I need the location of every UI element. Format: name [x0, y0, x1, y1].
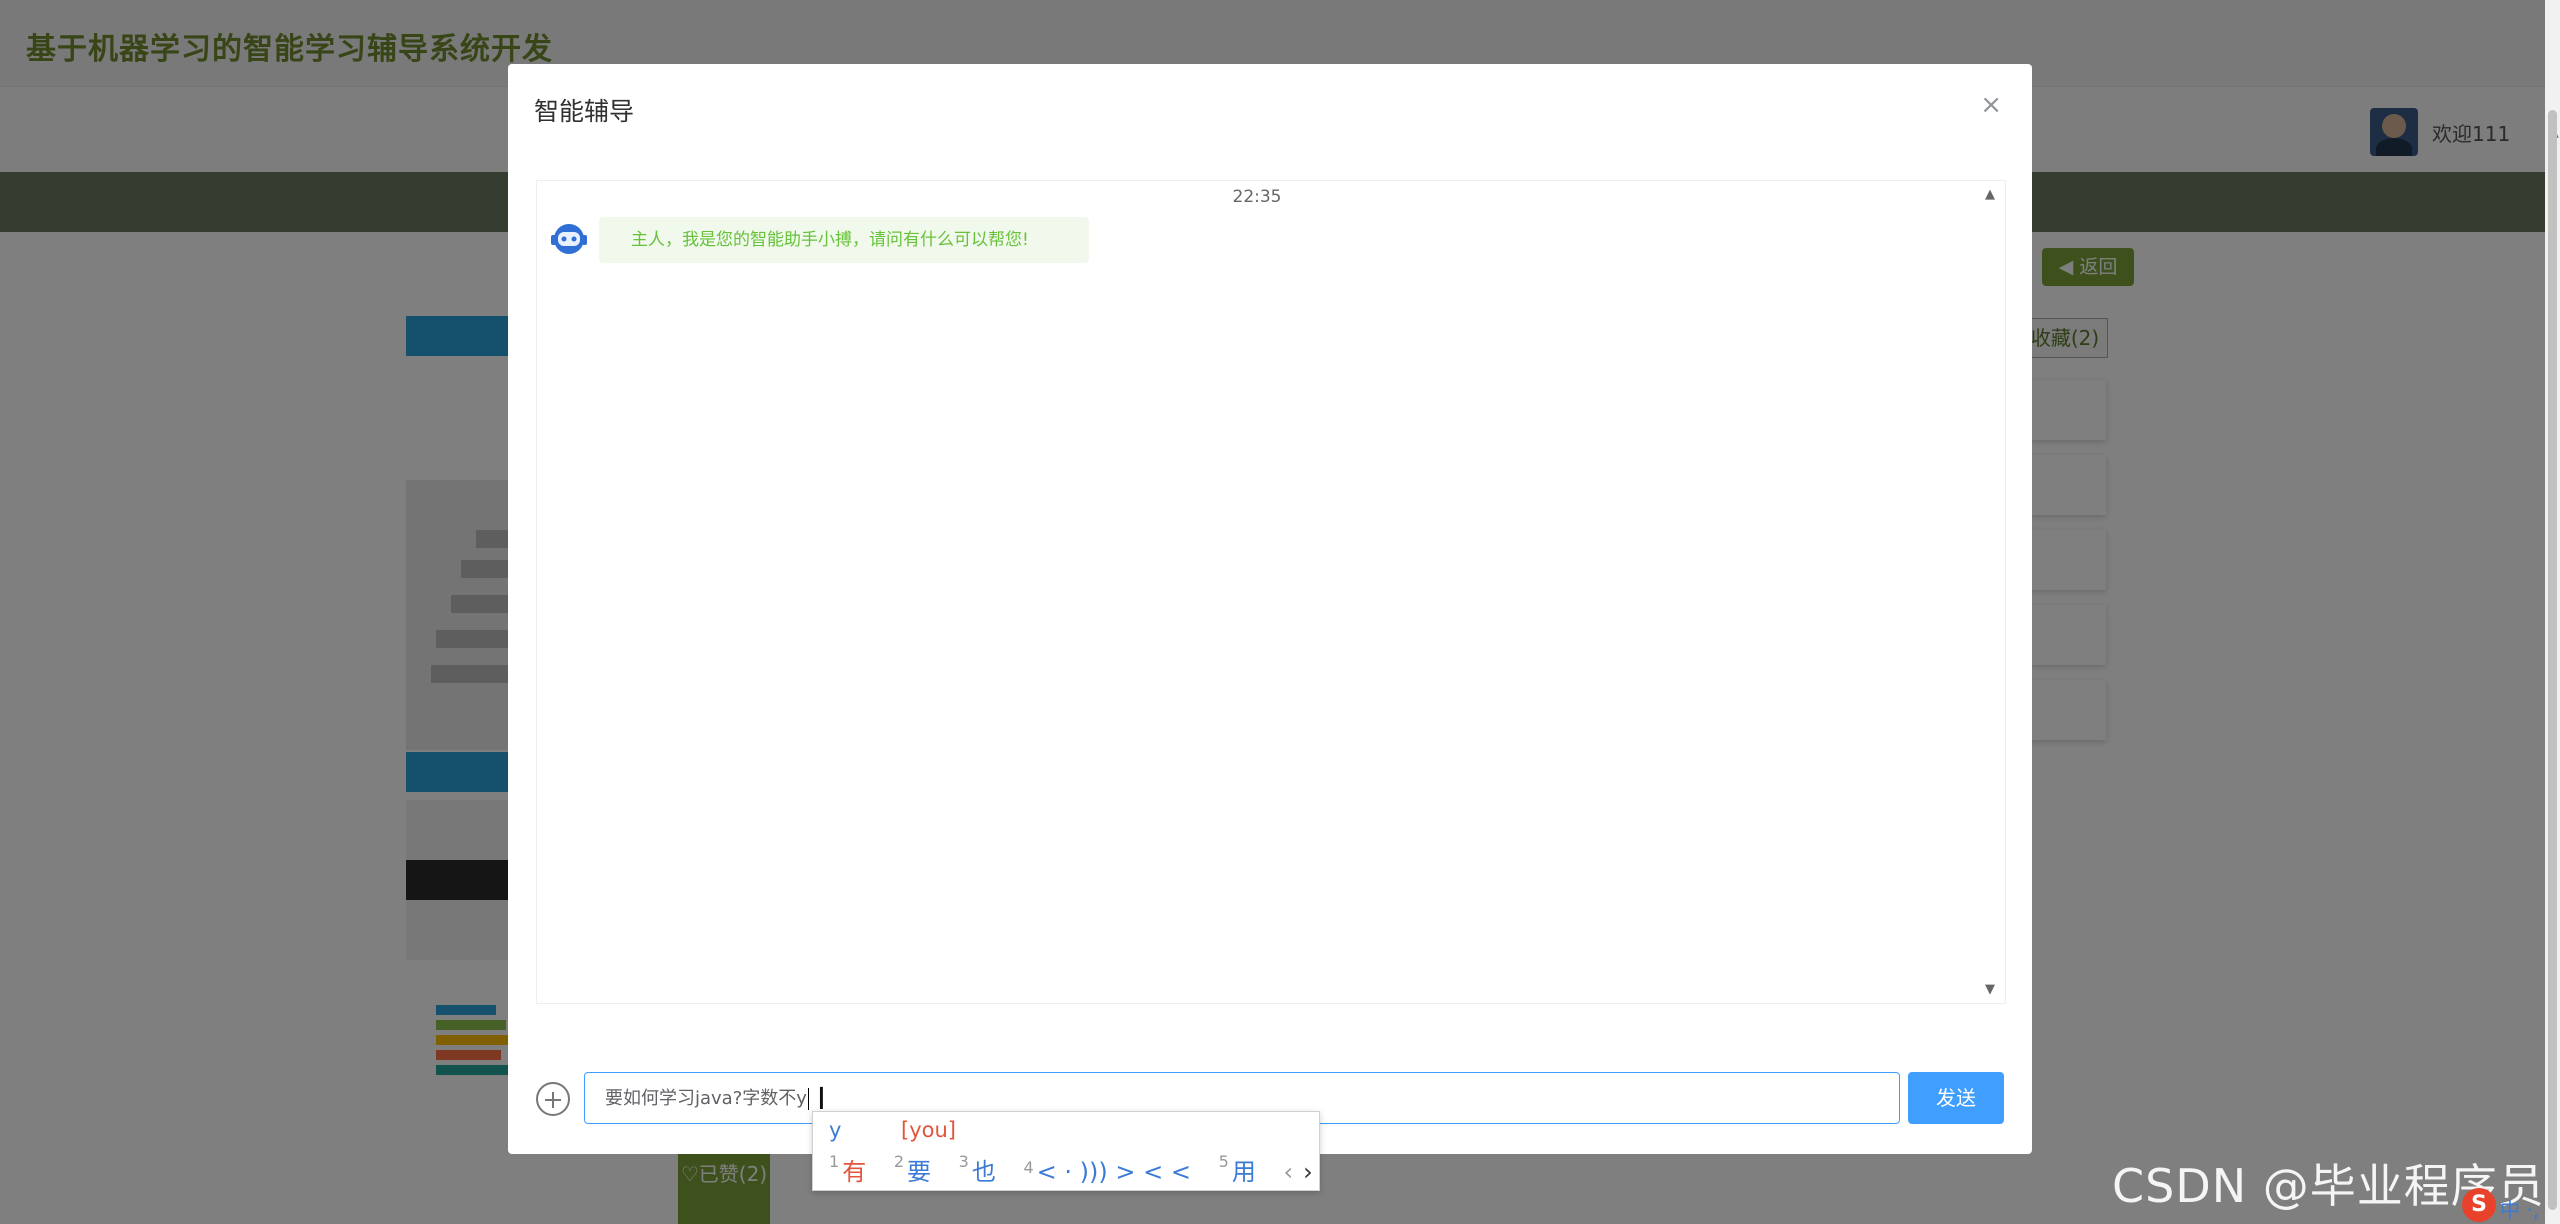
- sogou-icon[interactable]: S: [2462, 1188, 2496, 1222]
- close-icon[interactable]: ×: [1980, 90, 2002, 120]
- chat-timestamp: 22:35: [1232, 187, 1282, 207]
- ime-candidate[interactable]: 5用: [1219, 1152, 1256, 1187]
- plus-circle-icon[interactable]: [536, 1082, 570, 1116]
- dialog-title: 智能辅导: [534, 97, 635, 126]
- ime-candidate-text: 有: [842, 1158, 867, 1186]
- ime-candidate-number: 4: [1023, 1158, 1034, 1177]
- ime-status[interactable]: 中 ·,: [2500, 1194, 2539, 1223]
- ime-candidate[interactable]: 4 < · ))) > < <: [1023, 1158, 1191, 1186]
- chevron-up-icon[interactable]: ▲: [1985, 187, 1995, 202]
- chat-dialog: 智能辅导 × 22:35 ▲ 主人，我是您的智能助手小搏，请问有什么可以帮您! …: [508, 64, 2032, 1154]
- ime-candidate-number: 3: [958, 1152, 969, 1171]
- ime-candidate-text: 也: [971, 1158, 996, 1186]
- ime-candidate-number: 5: [1218, 1152, 1229, 1171]
- ime-candidate-number: 2: [893, 1152, 905, 1171]
- ime-pinyin: y: [829, 1118, 842, 1142]
- send-button[interactable]: 发送: [1908, 1072, 2004, 1124]
- ime-english-suggestion[interactable]: [you]: [901, 1118, 956, 1142]
- ime-candidate-text: 用: [1231, 1158, 1256, 1186]
- robot-icon: [549, 221, 589, 257]
- ime-candidate[interactable]: 2要: [894, 1152, 931, 1187]
- chat-input-text: 要如何学习java?字数不y: [605, 1088, 807, 1109]
- ime-candidate-text: 要: [907, 1158, 932, 1186]
- ime-candidate[interactable]: 1有: [829, 1152, 866, 1187]
- ime-prev-icon[interactable]: ‹: [1283, 1158, 1293, 1186]
- ime-candidate[interactable]: 3也: [959, 1152, 996, 1187]
- ime-candidate-text: < · ))) > < <: [1036, 1158, 1191, 1186]
- ime-candidate-window: y [you] 1有 2要 3也 4 < · ))) > < < 5用 ‹ ›: [812, 1111, 1320, 1191]
- ime-candidate-number: 1: [829, 1152, 840, 1171]
- chevron-down-icon[interactable]: ▼: [1985, 982, 1995, 997]
- text-caret: [807, 1088, 809, 1110]
- chat-window[interactable]: 22:35 ▲ 主人，我是您的智能助手小搏，请问有什么可以帮您! ▼: [536, 180, 2006, 1004]
- ime-page-arrows: ‹ ›: [1283, 1158, 1312, 1186]
- ime-candidate-row: 1有 2要 3也 4 < · ))) > < < 5用 ‹ ›: [829, 1152, 1313, 1187]
- bot-message: 主人，我是您的智能助手小搏，请问有什么可以帮您!: [599, 217, 1089, 263]
- ime-next-icon[interactable]: ›: [1303, 1158, 1313, 1186]
- scroll-thumb[interactable]: [2548, 110, 2557, 1210]
